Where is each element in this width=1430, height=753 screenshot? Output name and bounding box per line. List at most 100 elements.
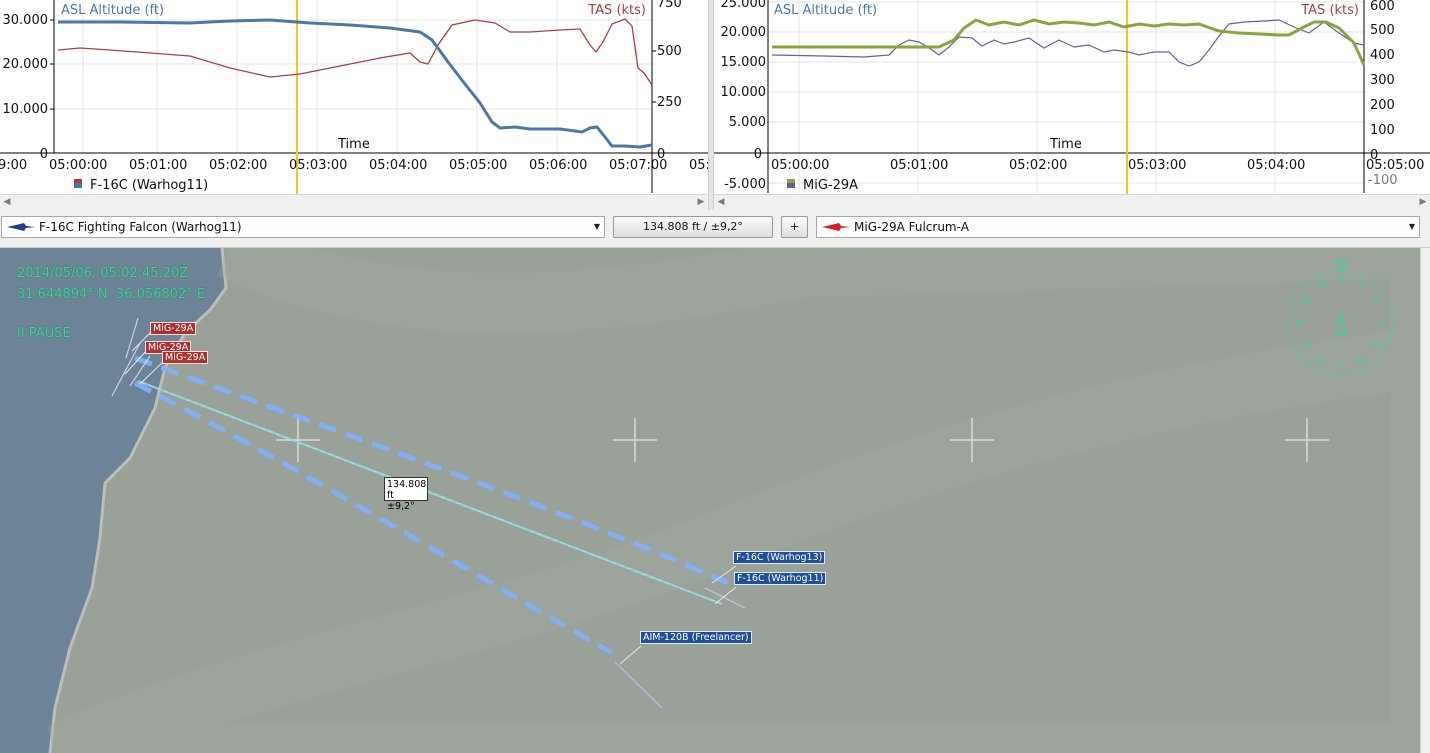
compass-label-15: 15 (1355, 357, 1366, 367)
compass-label-s: S (1338, 362, 1344, 372)
left-time-tick-8: 05:07:00 (609, 158, 667, 173)
right-tas-tick-1: 500 (1370, 23, 1395, 38)
altitude-series-line (58, 18, 653, 149)
compass-label-30: 30 (1300, 296, 1312, 306)
right-aircraft-label: MiG-29A Fulcrum-A (854, 220, 969, 234)
right-tas-tick-0: 600 (1370, 0, 1395, 14)
engagement-line-inner (137, 380, 723, 605)
left-tas-tick-2: 250 (657, 95, 682, 110)
left-time-tick-6: 05:05:00 (449, 158, 507, 173)
compass-label-w: W (1296, 319, 1305, 329)
left-time-tick-3: 05:02:00 (209, 158, 267, 173)
legend-swatch-mig-altitude (787, 179, 795, 183)
map-canvas[interactable]: N 3 6 E 12 15 S 21 24 W 30 33 (0, 248, 1420, 753)
aircraft-selector-bar: F-16C Fighting Falcon (Warhog11) ▼ 134.8… (0, 210, 1430, 248)
right-tas-tick-7: -100 (1368, 173, 1398, 188)
left-tas-tick-0: 750 (657, 0, 682, 11)
compass-label-3: 3 (1358, 280, 1364, 290)
right-alt-tick-2: 15.000 (721, 55, 767, 70)
right-tas-tick-5: 100 (1370, 123, 1395, 138)
map-scrollbar[interactable] (1420, 248, 1430, 753)
altitude-speed-chart-mig29: 25.000 20.000 15.000 10.000 5.000 0 -5.0… (714, 0, 1430, 210)
scroll-left-icon[interactable]: ◀ (0, 195, 14, 210)
compass-label-12: 12 (1370, 341, 1381, 351)
distance-value: 134.808 ft (387, 479, 427, 501)
map-timestamp: 2014/05/06, 05:02:45.20Z (17, 266, 189, 281)
terrain-shade (47, 248, 1420, 753)
right-chart-scrollbar[interactable]: ◀ ▶ (714, 194, 1430, 210)
right-alt-tick-3: 10.000 (721, 85, 767, 100)
right-tas-tick-4: 200 (1370, 98, 1395, 113)
left-tas-axis-title: TAS (kts) (587, 3, 646, 18)
right-time-tick-4: 05:04:00 (1247, 158, 1305, 173)
compass-label-33: 33 (1315, 280, 1326, 290)
legend-swatch-f16-altitude (74, 183, 82, 188)
tactical-map-view[interactable]: N 3 6 E 12 15 S 21 24 W 30 33 2014/05/06… (0, 248, 1420, 753)
f16-trail (704, 587, 746, 609)
right-alt-tick-1: 20.000 (721, 25, 767, 40)
left-alt-tick-1: 20.000 (3, 57, 49, 72)
left-time-tick-0: 9:00 (0, 158, 27, 173)
f16-plane-icon (7, 223, 35, 231)
label-mig29-3[interactable]: MiG-29A (162, 351, 209, 364)
right-time-tick-5: 05:05:00 (1366, 158, 1424, 173)
right-tas-tick-3: 300 (1370, 73, 1395, 88)
left-chart-legend[interactable]: F-16C (Warhog11) (90, 178, 208, 193)
label-mig29-1[interactable]: MiG-29A (150, 322, 197, 335)
right-alt-tick-6: -5.000 (724, 177, 766, 192)
right-time-tick-0: 05:00:00 (771, 158, 829, 173)
mig29-plane-icon (822, 223, 850, 231)
left-alt-tick-0: 30.000 (3, 13, 49, 28)
left-aircraft-label: F-16C Fighting Falcon (Warhog11) (39, 220, 242, 234)
legend-swatch-mig-speed (787, 183, 795, 188)
label-f16-warhog13[interactable]: F-16C (Warhog13) (733, 551, 826, 564)
compass-label-24: 24 (1300, 341, 1312, 351)
left-time-tick-7: 05:06:00 (529, 158, 587, 173)
left-time-tick-1: 05:00:00 (49, 158, 107, 173)
bearing-tolerance: ±9,2° (387, 501, 415, 512)
compass-label-21: 21 (1315, 357, 1326, 367)
right-alt-tick-4: 5.000 (729, 115, 766, 130)
label-f16-warhog11[interactable]: F-16C (Warhog11) (734, 572, 827, 585)
left-time-tick-5: 05:04:00 (369, 158, 427, 173)
chevron-down-icon[interactable]: ▼ (1409, 217, 1415, 237)
scroll-right-icon[interactable]: ▶ (1416, 195, 1430, 210)
measurement-readout-button[interactable]: 134.808 ft / ±9,2° (613, 216, 773, 238)
left-alt-tick-3: 0 (40, 147, 48, 162)
pause-indicator[interactable]: II PAUSE (17, 326, 71, 341)
left-x-axis-label: Time (337, 137, 370, 152)
left-aircraft-select[interactable]: F-16C Fighting Falcon (Warhog11) ▼ (1, 216, 605, 238)
right-tas-axis-title: TAS (kts) (1300, 3, 1359, 18)
right-alt-tick-5: 0 (754, 147, 762, 162)
compass-label-6: 6 (1373, 296, 1379, 306)
legend-swatch-f16-speed (74, 179, 82, 183)
right-alt-axis-title: ASL Altitude (ft) (774, 3, 877, 18)
right-time-tick-3: 05:03:00 (1128, 158, 1186, 173)
right-aircraft-select[interactable]: MiG-29A Fulcrum-A ▼ (816, 216, 1420, 238)
heading-indicator-icon (1335, 312, 1347, 336)
right-alt-tick-0: 25.000 (721, 0, 767, 11)
scroll-right-icon[interactable]: ▶ (694, 195, 708, 210)
compass-label-e: E (1379, 319, 1385, 329)
right-time-tick-1: 05:01:00 (890, 158, 948, 173)
missile-trail (614, 661, 663, 709)
left-alt-tick-2: 10.000 (3, 102, 49, 117)
distance-readout-box: 134.808 ft ±9,2° (384, 477, 428, 512)
tas-series-line (57, 18, 653, 86)
left-alt-axis-title: ASL Altitude (ft) (61, 3, 164, 18)
map-coordinates: 31.644894° N 36.056802° E (17, 287, 206, 302)
add-pair-button[interactable]: + (781, 216, 808, 238)
left-time-tick-2: 05:01:00 (129, 158, 187, 173)
label-aim120b[interactable]: AIM-120B (Freelancer) (640, 631, 752, 644)
right-x-axis-label: Time (1049, 137, 1082, 152)
left-chart-scrollbar[interactable]: ◀ ▶ (0, 194, 708, 210)
right-chart-legend[interactable]: MiG-29A (803, 178, 858, 193)
left-tas-tick-1: 500 (657, 44, 682, 59)
scroll-left-icon[interactable]: ◀ (714, 195, 728, 210)
right-time-tick-2: 05:02:00 (1009, 158, 1067, 173)
chevron-down-icon[interactable]: ▼ (594, 217, 600, 237)
chart-canvas-left: 30.000 20.000 10.000 0 750 500 250 0 9:0… (0, 0, 708, 195)
left-time-tick-4: 05:03:00 (289, 158, 347, 173)
altitude-speed-chart-f16: 30.000 20.000 10.000 0 750 500 250 0 9:0… (0, 0, 708, 210)
right-tas-tick-2: 400 (1370, 48, 1395, 63)
